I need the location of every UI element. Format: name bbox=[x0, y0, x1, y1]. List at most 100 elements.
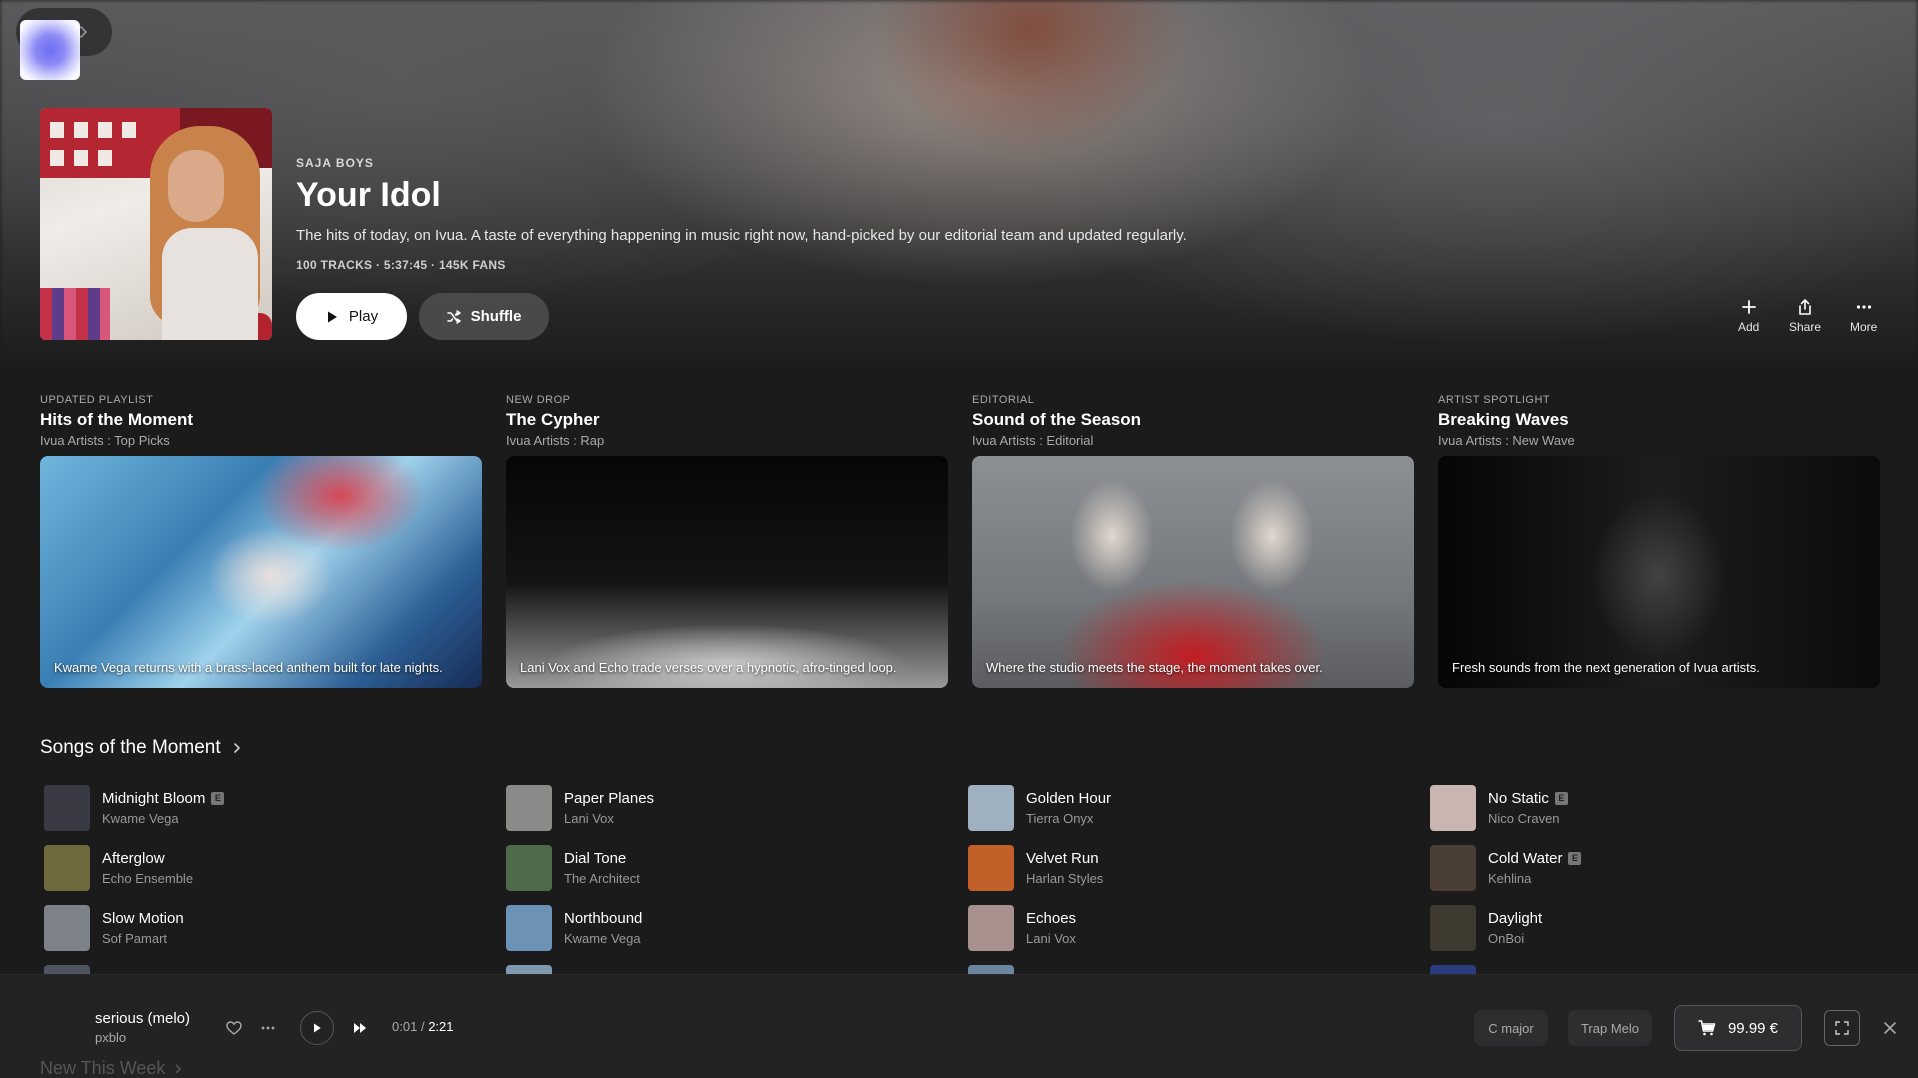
song-title[interactable]: Cold Water bbox=[1488, 850, 1562, 867]
song-title-row: No Static E bbox=[1488, 790, 1568, 807]
song-item[interactable]: Reverie bbox=[44, 958, 506, 974]
song-title[interactable]: Daylight bbox=[1488, 910, 1542, 927]
song-title[interactable]: Paper Planes bbox=[564, 790, 654, 807]
song-thumbnail[interactable] bbox=[44, 905, 90, 951]
card-subtitle: Ivua Artists : New Wave bbox=[1438, 433, 1575, 448]
song-title[interactable]: Dial Tone bbox=[564, 850, 626, 867]
song-thumbnail[interactable] bbox=[1430, 845, 1476, 891]
featured-card[interactable]: UPDATED PLAYLIST Hits of the Moment Ivua… bbox=[40, 394, 482, 688]
shuffle-button[interactable]: Shuffle bbox=[419, 293, 549, 340]
song-item[interactable]: Golden Hour Tierra Onyx bbox=[968, 778, 1430, 838]
song-item[interactable]: Aftertaste bbox=[968, 958, 1430, 974]
play-button-label: Play bbox=[348, 308, 379, 325]
genre-chip[interactable]: Trap Melo bbox=[1568, 1010, 1652, 1046]
song-info: Afterglow Echo Ensemble bbox=[102, 850, 193, 886]
song-item[interactable]: Paper Planes Lani Vox bbox=[506, 778, 968, 838]
song-thumbnail[interactable] bbox=[44, 845, 90, 891]
more-button[interactable]: More bbox=[1850, 298, 1877, 334]
song-info: No Static E Nico Craven bbox=[1488, 790, 1568, 826]
song-title[interactable]: Golden Hour bbox=[1026, 790, 1111, 807]
card-caption: Fresh sounds from the next generation of… bbox=[1452, 660, 1760, 675]
song-item[interactable]: Closer Still bbox=[1430, 958, 1884, 974]
song-thumbnail[interactable] bbox=[968, 785, 1014, 831]
featured-card[interactable]: EDITORIAL Sound of the Season Ivua Artis… bbox=[972, 394, 1414, 688]
now-playing-artist[interactable]: pxblo bbox=[95, 1030, 126, 1045]
card-image[interactable]: Kwame Vega returns with a brass-laced an… bbox=[40, 456, 482, 688]
card-caption: Kwame Vega returns with a brass-laced an… bbox=[54, 660, 443, 675]
song-title[interactable]: No Static bbox=[1488, 790, 1549, 807]
now-playing-artwork[interactable] bbox=[20, 20, 80, 80]
song-thumbnail[interactable] bbox=[1430, 905, 1476, 951]
song-thumbnail[interactable] bbox=[968, 965, 1014, 974]
song-item[interactable]: Velvet Run Harlan Styles bbox=[968, 838, 1430, 898]
song-artist[interactable]: Harlan Styles bbox=[1026, 871, 1103, 886]
play-button[interactable]: Play bbox=[296, 293, 407, 340]
featured-card[interactable]: ARTIST SPOTLIGHT Breaking Waves Ivua Art… bbox=[1438, 394, 1880, 688]
song-artist[interactable]: Sof Pamart bbox=[102, 931, 184, 946]
artist-name[interactable]: SAJA BOYS bbox=[296, 156, 1596, 170]
card-title[interactable]: Breaking Waves bbox=[1438, 410, 1880, 430]
song-title[interactable]: Echoes bbox=[1026, 910, 1076, 927]
song-item[interactable]: Echoes Lani Vox bbox=[968, 898, 1430, 958]
song-info: Daylight OnBoi bbox=[1488, 910, 1542, 946]
song-artist[interactable]: OnBoi bbox=[1488, 931, 1542, 946]
add-button[interactable]: Add bbox=[1738, 298, 1759, 334]
song-item[interactable]: Dial Tone The Architect bbox=[506, 838, 968, 898]
song-artist[interactable]: The Architect bbox=[564, 871, 640, 886]
song-item[interactable]: Afterglow Echo Ensemble bbox=[44, 838, 506, 898]
skip-forward-button[interactable] bbox=[350, 1018, 370, 1038]
card-title[interactable]: The Cypher bbox=[506, 410, 948, 430]
card-subtitle: Ivua Artists : Rap bbox=[506, 433, 605, 448]
featured-card[interactable]: NEW DROP The Cypher Ivua Artists : Rap L… bbox=[506, 394, 948, 688]
player-play-button[interactable] bbox=[300, 1011, 334, 1045]
song-item[interactable]: Northbound Kwame Vega bbox=[506, 898, 968, 958]
card-image[interactable]: Fresh sounds from the next generation of… bbox=[1438, 456, 1880, 688]
song-thumbnail[interactable] bbox=[1430, 785, 1476, 831]
player-more-button[interactable] bbox=[258, 1018, 278, 1038]
card-title[interactable]: Sound of the Season bbox=[972, 410, 1414, 430]
hero-info: SAJA BOYS Your Idol The hits of today, o… bbox=[296, 156, 1596, 272]
song-artist[interactable]: Echo Ensemble bbox=[102, 871, 193, 886]
expand-button[interactable] bbox=[1824, 1010, 1860, 1046]
new-this-week-header[interactable]: New This Week bbox=[40, 1058, 183, 1078]
card-title[interactable]: Hits of the Moment bbox=[40, 410, 482, 430]
song-thumbnail[interactable] bbox=[506, 905, 552, 951]
song-title[interactable]: Slow Motion bbox=[102, 910, 184, 927]
song-title[interactable]: Northbound bbox=[564, 910, 642, 927]
song-artist[interactable]: Kwame Vega bbox=[102, 811, 224, 826]
song-item[interactable]: Slow Motion Sof Pamart bbox=[44, 898, 506, 958]
song-item[interactable]: WildfireE bbox=[506, 958, 968, 974]
card-kicker: EDITORIAL bbox=[972, 394, 1035, 406]
song-artist[interactable]: Tierra Onyx bbox=[1026, 811, 1111, 826]
card-image[interactable]: Where the studio meets the stage, the mo… bbox=[972, 456, 1414, 688]
song-thumbnail[interactable] bbox=[44, 965, 90, 974]
song-artist[interactable]: Kehlina bbox=[1488, 871, 1581, 886]
song-item[interactable]: Cold Water E Kehlina bbox=[1430, 838, 1884, 898]
song-thumbnail[interactable] bbox=[44, 785, 90, 831]
song-artist[interactable]: Lani Vox bbox=[564, 811, 654, 826]
song-thumbnail[interactable] bbox=[506, 785, 552, 831]
song-title[interactable]: Midnight Bloom bbox=[102, 790, 205, 807]
song-thumbnail[interactable] bbox=[506, 845, 552, 891]
now-playing-title[interactable]: serious (melo) bbox=[95, 1010, 190, 1027]
song-item[interactable]: Midnight Bloom E Kwame Vega bbox=[44, 778, 506, 838]
song-thumbnail[interactable] bbox=[1430, 965, 1476, 974]
card-image[interactable]: Lani Vox and Echo trade verses over a hy… bbox=[506, 456, 948, 688]
song-item[interactable]: No Static E Nico Craven bbox=[1430, 778, 1884, 838]
songs-section-header[interactable]: Songs of the Moment bbox=[40, 737, 243, 759]
song-item[interactable]: Daylight OnBoi bbox=[1430, 898, 1884, 958]
song-title[interactable]: Velvet Run bbox=[1026, 850, 1099, 867]
song-thumbnail[interactable] bbox=[968, 845, 1014, 891]
card-kicker: ARTIST SPOTLIGHT bbox=[1438, 394, 1551, 406]
song-thumbnail[interactable] bbox=[506, 965, 552, 974]
close-player-button[interactable] bbox=[1880, 1018, 1900, 1038]
song-artist[interactable]: Kwame Vega bbox=[564, 931, 642, 946]
song-title[interactable]: Afterglow bbox=[102, 850, 165, 867]
like-button[interactable] bbox=[224, 1018, 244, 1038]
key-chip[interactable]: C major bbox=[1474, 1010, 1548, 1046]
song-artist[interactable]: Lani Vox bbox=[1026, 931, 1076, 946]
share-button[interactable]: Share bbox=[1789, 298, 1821, 334]
song-artist[interactable]: Nico Craven bbox=[1488, 811, 1568, 826]
buy-button[interactable]: 99.99 € bbox=[1674, 1005, 1802, 1051]
song-thumbnail[interactable] bbox=[968, 905, 1014, 951]
